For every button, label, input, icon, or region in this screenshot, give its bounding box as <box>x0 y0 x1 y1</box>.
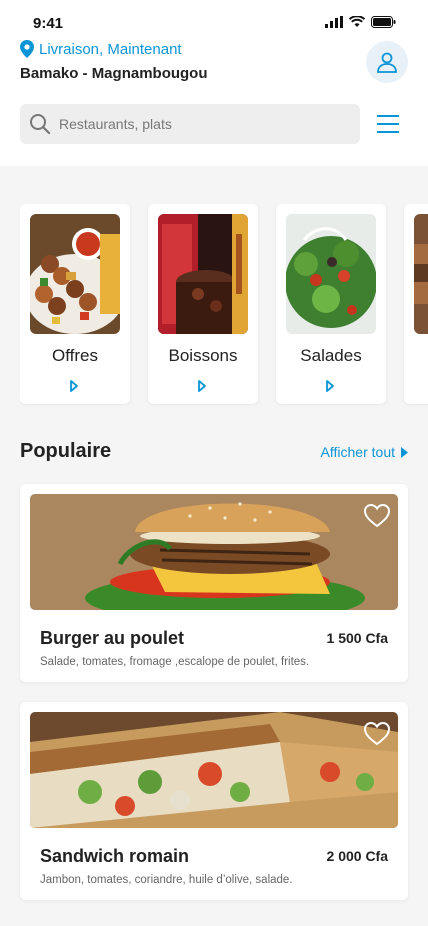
food-description: Salade, tomates, fromage ,escalope de po… <box>40 656 310 668</box>
status-icons <box>325 16 396 28</box>
profile-button[interactable] <box>366 41 408 83</box>
see-all-label: Afficher tout <box>320 444 395 460</box>
food-name: Sandwich romain <box>40 846 190 866</box>
category-image <box>30 214 120 334</box>
food-card-sandwich[interactable]: Sandwich romain 2 000 Cfa Jambon, tomate… <box>20 702 408 900</box>
food-description: Jambon, tomates, coriandre, huile d’oliv… <box>40 874 293 886</box>
category-card-offres[interactable]: Offres <box>20 204 130 404</box>
category-image <box>414 214 428 334</box>
food-price: 2 000 Cfa <box>326 848 388 864</box>
delivery-label: Livraison, Maintenant <box>39 40 182 58</box>
category-card-salades[interactable]: Salades <box>276 204 386 404</box>
category-card-partial[interactable]: B <box>404 204 428 404</box>
category-label: Offres <box>52 346 98 365</box>
food-price: 1 500 Cfa <box>326 630 388 646</box>
category-card-boissons[interactable]: Boissons <box>148 204 258 404</box>
food-name: Burger au poulet <box>40 628 185 648</box>
chevron-right-icon <box>326 380 334 392</box>
battery-icon <box>371 16 396 28</box>
user-icon <box>377 52 397 73</box>
location-pin-icon <box>20 40 34 58</box>
category-label: Salades <box>300 346 362 365</box>
category-label: B <box>404 346 428 366</box>
search-bar[interactable] <box>20 104 360 144</box>
wifi-icon <box>349 16 365 27</box>
signal-icon <box>325 16 343 28</box>
status-time: 9:41 <box>33 15 64 32</box>
category-label: Boissons <box>168 346 238 365</box>
delivery-address: Bamako - Magnambougou <box>20 65 208 82</box>
food-image <box>30 494 398 610</box>
play-arrow-icon <box>401 446 408 458</box>
food-card-burger[interactable]: Burger au poulet 1 500 Cfa Salade, tomat… <box>20 484 408 682</box>
food-image <box>30 712 398 828</box>
chevron-right-icon <box>70 380 78 392</box>
category-carousel[interactable]: Offres Boissons Salades <box>20 204 428 406</box>
category-image <box>286 214 376 334</box>
menu-icon[interactable] <box>376 114 400 134</box>
delivery-selector[interactable]: Livraison, Maintenant <box>20 40 182 58</box>
heart-icon[interactable] <box>364 504 390 528</box>
section-title: Populaire <box>20 440 112 462</box>
chevron-right-icon <box>198 380 206 392</box>
search-icon <box>30 114 51 135</box>
heart-icon[interactable] <box>364 722 390 746</box>
search-input[interactable] <box>57 115 341 133</box>
see-all-link[interactable]: Afficher tout <box>321 444 408 460</box>
category-image <box>158 214 248 334</box>
